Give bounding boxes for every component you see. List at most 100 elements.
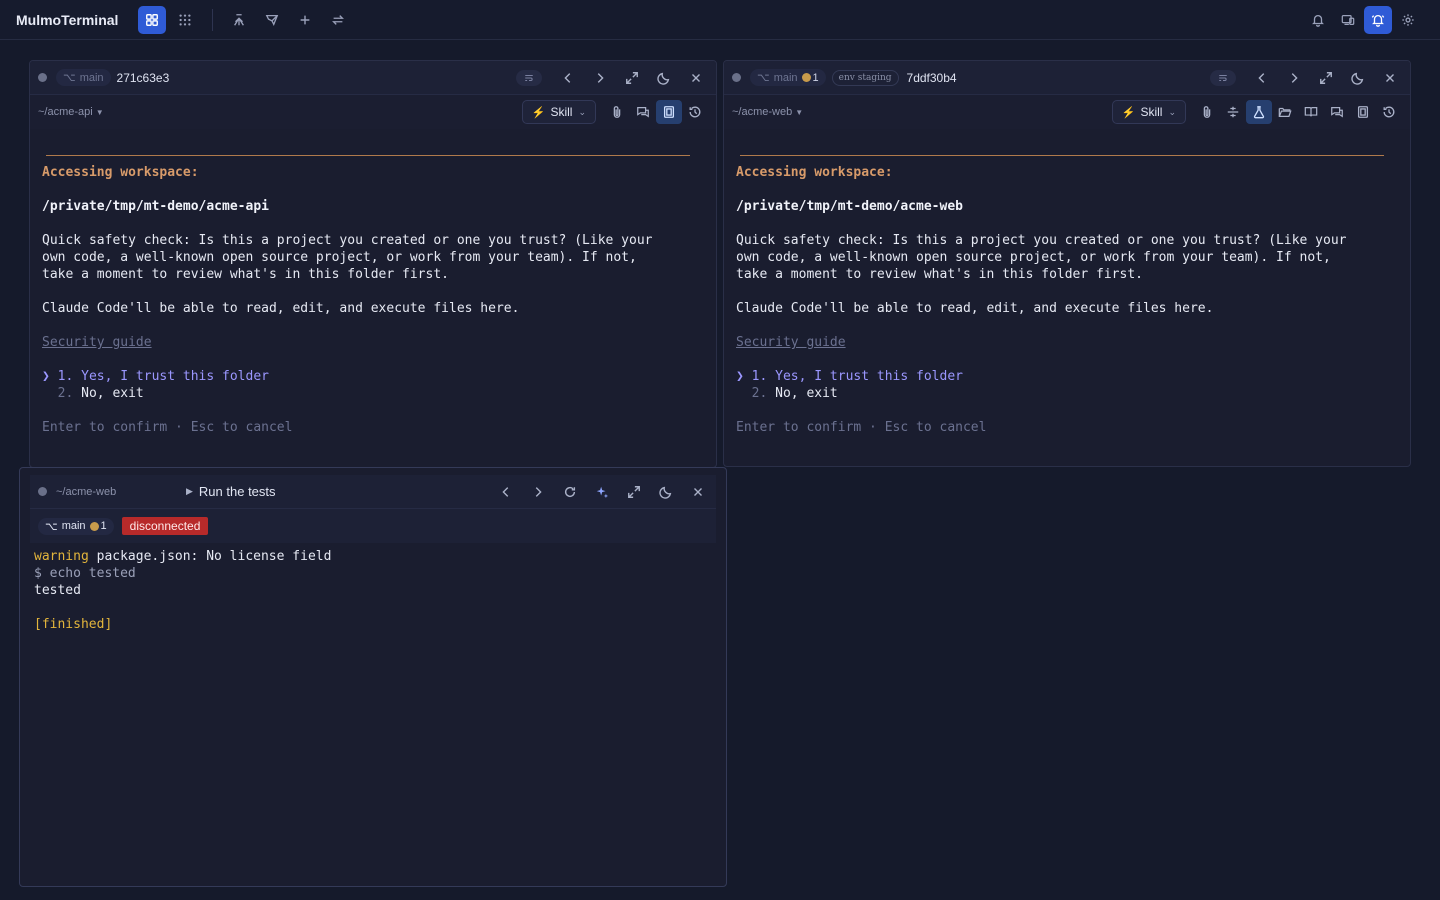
- attach-button[interactable]: [604, 100, 630, 124]
- notification-alert-icon: [1371, 14, 1385, 27]
- settings-button[interactable]: [1394, 6, 1422, 34]
- top-bar: MulmoTerminal: [0, 0, 1440, 40]
- branch-count: 1: [812, 71, 819, 84]
- panel-subheader: ~/acme-api ▼ ⚡ Skill ⌄: [30, 95, 716, 129]
- close-icon: [692, 74, 700, 82]
- refresh-icon: [564, 486, 576, 498]
- output-line: warning package.json: No license field: [34, 548, 712, 565]
- skill-dropdown[interactable]: ⚡ Skill ⌄: [1111, 100, 1186, 124]
- theme-button[interactable]: [1344, 64, 1372, 92]
- ai-button[interactable]: [588, 478, 616, 506]
- status-dot: [38, 73, 47, 82]
- previous-button[interactable]: [1248, 64, 1276, 92]
- close-button[interactable]: [682, 64, 710, 92]
- attach-button[interactable]: [1194, 100, 1220, 124]
- history-icon: [689, 106, 701, 118]
- chevron-left-icon: [1258, 73, 1265, 83]
- close-icon: [1386, 74, 1394, 82]
- history-button[interactable]: [682, 100, 708, 124]
- next-button[interactable]: [586, 64, 614, 92]
- path-selector[interactable]: ~/acme-api ▼: [38, 106, 104, 118]
- copy-icon: [1357, 106, 1369, 118]
- close-button[interactable]: [1376, 64, 1404, 92]
- terminal-panel-acme-web: ⌥ main 1 env staging 7ddf30b4 ~/acme-web…: [723, 60, 1411, 467]
- wrap-toggle[interactable]: [516, 70, 542, 86]
- next-button[interactable]: [524, 478, 552, 506]
- branch-name: main: [61, 520, 86, 532]
- close-icon: [694, 488, 702, 496]
- option-label: No, exit: [767, 386, 838, 401]
- git-branch-icon: ⌥: [757, 72, 770, 84]
- warning-label: warning: [34, 549, 89, 564]
- history-button[interactable]: [1376, 100, 1402, 124]
- expand-button[interactable]: [618, 64, 646, 92]
- chat-button[interactable]: [630, 100, 656, 124]
- notification-alert-button[interactable]: [1364, 6, 1392, 34]
- skill-dropdown[interactable]: ⚡ Skill ⌄: [521, 100, 596, 124]
- layout-grid-icon: [146, 13, 158, 26]
- security-guide-link[interactable]: Security guide: [42, 335, 152, 350]
- path-label: ~/acme-api: [38, 106, 93, 118]
- book-button[interactable]: [1298, 100, 1324, 124]
- gear-icon: [1402, 14, 1414, 26]
- close-button[interactable]: [684, 478, 712, 506]
- commit-hash: 271c63e3: [116, 70, 170, 85]
- devices-button[interactable]: [1334, 6, 1362, 34]
- change-dot: [801, 73, 811, 82]
- notifications-button[interactable]: [1304, 6, 1332, 34]
- strikethrough-button[interactable]: [1220, 100, 1246, 124]
- branch-badge[interactable]: ⌥ main 1: [750, 69, 826, 86]
- send-button[interactable]: [258, 6, 286, 34]
- strikethrough-icon: [1227, 106, 1239, 118]
- chevron-right-icon: [597, 73, 604, 83]
- send-icon: [265, 14, 279, 26]
- path-selector[interactable]: ~/acme-web ▼: [732, 106, 803, 118]
- option-trust[interactable]: ❯ 1. Yes, I trust this folder: [42, 368, 704, 385]
- rerun-button[interactable]: [556, 478, 584, 506]
- paperclip-icon: [1203, 106, 1211, 118]
- apps-button[interactable]: [171, 6, 199, 34]
- terminal-output[interactable]: Accessing workspace: /private/tmp/mt-dem…: [724, 155, 1410, 436]
- warning-text: package.json: No license field: [88, 549, 332, 564]
- previous-button[interactable]: [554, 64, 582, 92]
- add-button[interactable]: [291, 6, 319, 34]
- theme-button[interactable]: [650, 64, 678, 92]
- status-dot: [38, 487, 47, 496]
- previous-button[interactable]: [492, 478, 520, 506]
- runner-output[interactable]: warning package.json: No license field $…: [20, 543, 726, 638]
- wrap-toggle[interactable]: [1210, 70, 1236, 86]
- branch-badge[interactable]: ⌥ main: [56, 69, 111, 86]
- chat-icon: [637, 107, 649, 118]
- run-title[interactable]: ▶ Run the tests: [186, 484, 276, 499]
- merge-button[interactable]: [225, 6, 253, 34]
- safety-text: take a moment to review what's in this f…: [736, 267, 1143, 282]
- option-trust[interactable]: ❯ 1. Yes, I trust this folder: [736, 368, 1398, 385]
- next-button[interactable]: [1280, 64, 1308, 92]
- panel-header: ⌥ main 271c63e3: [30, 61, 716, 95]
- option-exit[interactable]: 2. No, exit: [736, 385, 1398, 402]
- chat-button[interactable]: [1324, 100, 1350, 124]
- swap-icon: [332, 14, 344, 25]
- workspace-heading: Accessing workspace:: [736, 165, 893, 180]
- chat-icon: [1331, 107, 1343, 118]
- option-exit[interactable]: 2. No, exit: [42, 385, 704, 402]
- copy-icon: [663, 106, 675, 118]
- run-title-label: Run the tests: [198, 484, 276, 499]
- swap-button[interactable]: [324, 6, 352, 34]
- expand-button[interactable]: [1312, 64, 1340, 92]
- branch-badge[interactable]: ⌥ main 1: [38, 517, 114, 535]
- copy-button[interactable]: [656, 100, 682, 124]
- folder-button[interactable]: [1272, 100, 1298, 124]
- lab-button[interactable]: [1246, 100, 1272, 124]
- folder-open-icon: [1278, 107, 1292, 117]
- expand-button[interactable]: [620, 478, 648, 506]
- theme-button[interactable]: [652, 478, 680, 506]
- task-runner-panel: ~/acme-web ▶ Run the tests ⌥ main 1 disc…: [19, 467, 727, 887]
- copy-button[interactable]: [1350, 100, 1376, 124]
- terminal-output[interactable]: Accessing workspace: /private/tmp/mt-dem…: [30, 155, 716, 436]
- result-line: tested: [34, 583, 81, 598]
- expand-icon: [1320, 72, 1332, 84]
- safety-text: take a moment to review what's in this f…: [42, 267, 449, 282]
- security-guide-link[interactable]: Security guide: [736, 335, 846, 350]
- layout-grid-button[interactable]: [138, 5, 166, 34]
